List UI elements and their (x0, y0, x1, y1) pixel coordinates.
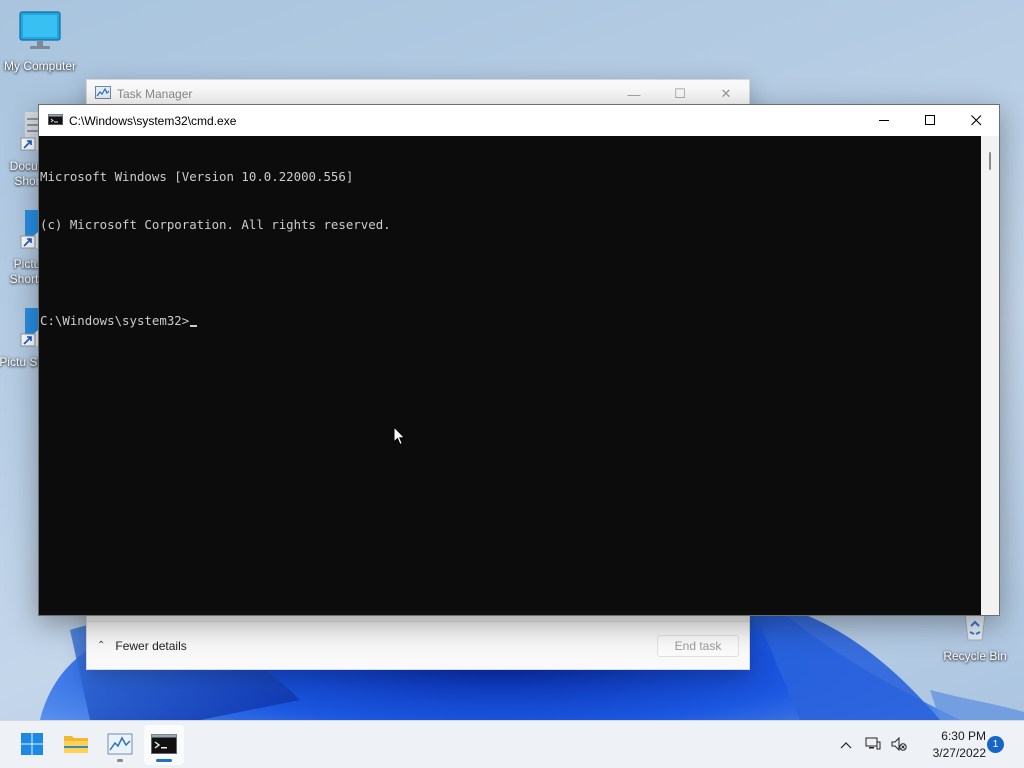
vertical-scrollbar[interactable] (981, 136, 999, 615)
console-output[interactable]: Microsoft Windows [Version 10.0.22000.55… (39, 136, 999, 615)
focused-indicator (156, 759, 172, 762)
console-line: (c) Microsoft Corporation. All rights re… (40, 217, 391, 232)
command-prompt-icon (151, 733, 177, 757)
start-icon (20, 732, 44, 759)
file-explorer-icon (63, 733, 89, 758)
clock-time: 6:30 PM (941, 729, 986, 743)
minimize-button[interactable] (861, 105, 907, 136)
mouse-pointer-icon (393, 425, 407, 449)
task-manager-icon (95, 86, 111, 102)
clock-date: 3/27/2022 (932, 746, 986, 760)
command-prompt-icon (48, 113, 63, 128)
cmd-window[interactable]: C:\Windows\system32\cmd.exe Microsoft Wi… (38, 104, 1000, 616)
desktop-icon-recycle-bin[interactable]: Recycle Bin (936, 608, 1014, 664)
text-cursor (190, 325, 198, 327)
notification-badge[interactable]: 1 (987, 736, 1004, 753)
chevron-up-icon: ⌃ (97, 640, 106, 651)
speaker-muted-icon (891, 736, 907, 754)
cmd-title: C:\Windows\system32\cmd.exe (69, 113, 237, 128)
console-line: Microsoft Windows [Version 10.0.22000.55… (40, 169, 354, 184)
task-manager-icon (107, 733, 133, 758)
monitor-icon (1, 10, 79, 56)
taskbar-task-manager[interactable] (100, 725, 140, 765)
close-button[interactable] (953, 105, 999, 136)
task-manager-footer: ⌃ Fewer details End task (87, 621, 749, 669)
cmd-titlebar[interactable]: C:\Windows\system32\cmd.exe (39, 105, 999, 136)
end-task-label: End task (674, 638, 722, 653)
running-indicator (117, 759, 123, 762)
network-icon (865, 737, 881, 754)
volume-button[interactable] (888, 721, 910, 768)
taskbar-file-explorer[interactable] (56, 725, 96, 765)
console-prompt: C:\Windows\system32> (40, 313, 190, 328)
taskbar: 6:30 PM 3/27/2022 (0, 720, 1024, 768)
desktop-icon-label: Recycle Bin (943, 649, 1007, 663)
start-button[interactable] (12, 725, 52, 765)
network-status-button[interactable] (862, 721, 884, 768)
end-task-button[interactable]: End task (657, 634, 739, 657)
fewer-details-button[interactable]: ⌃ Fewer details (97, 639, 187, 653)
taskbar-command-prompt[interactable] (144, 725, 184, 765)
console-prompt-line[interactable]: C:\Windows\system32> (40, 313, 999, 329)
show-hidden-icons-button[interactable] (835, 721, 857, 768)
desktop-icon-my-computer[interactable]: My Computer (1, 10, 79, 74)
desktop-icon-label: My Computer (3, 59, 77, 73)
chevron-up-icon (840, 738, 852, 752)
scrollbar-thumb[interactable] (989, 152, 991, 170)
fewer-details-label: Fewer details (115, 638, 187, 653)
maximize-button[interactable] (907, 105, 953, 136)
task-manager-title: Task Manager (117, 87, 193, 101)
taskbar-clock[interactable]: 6:30 PM 3/27/2022 (912, 728, 986, 762)
